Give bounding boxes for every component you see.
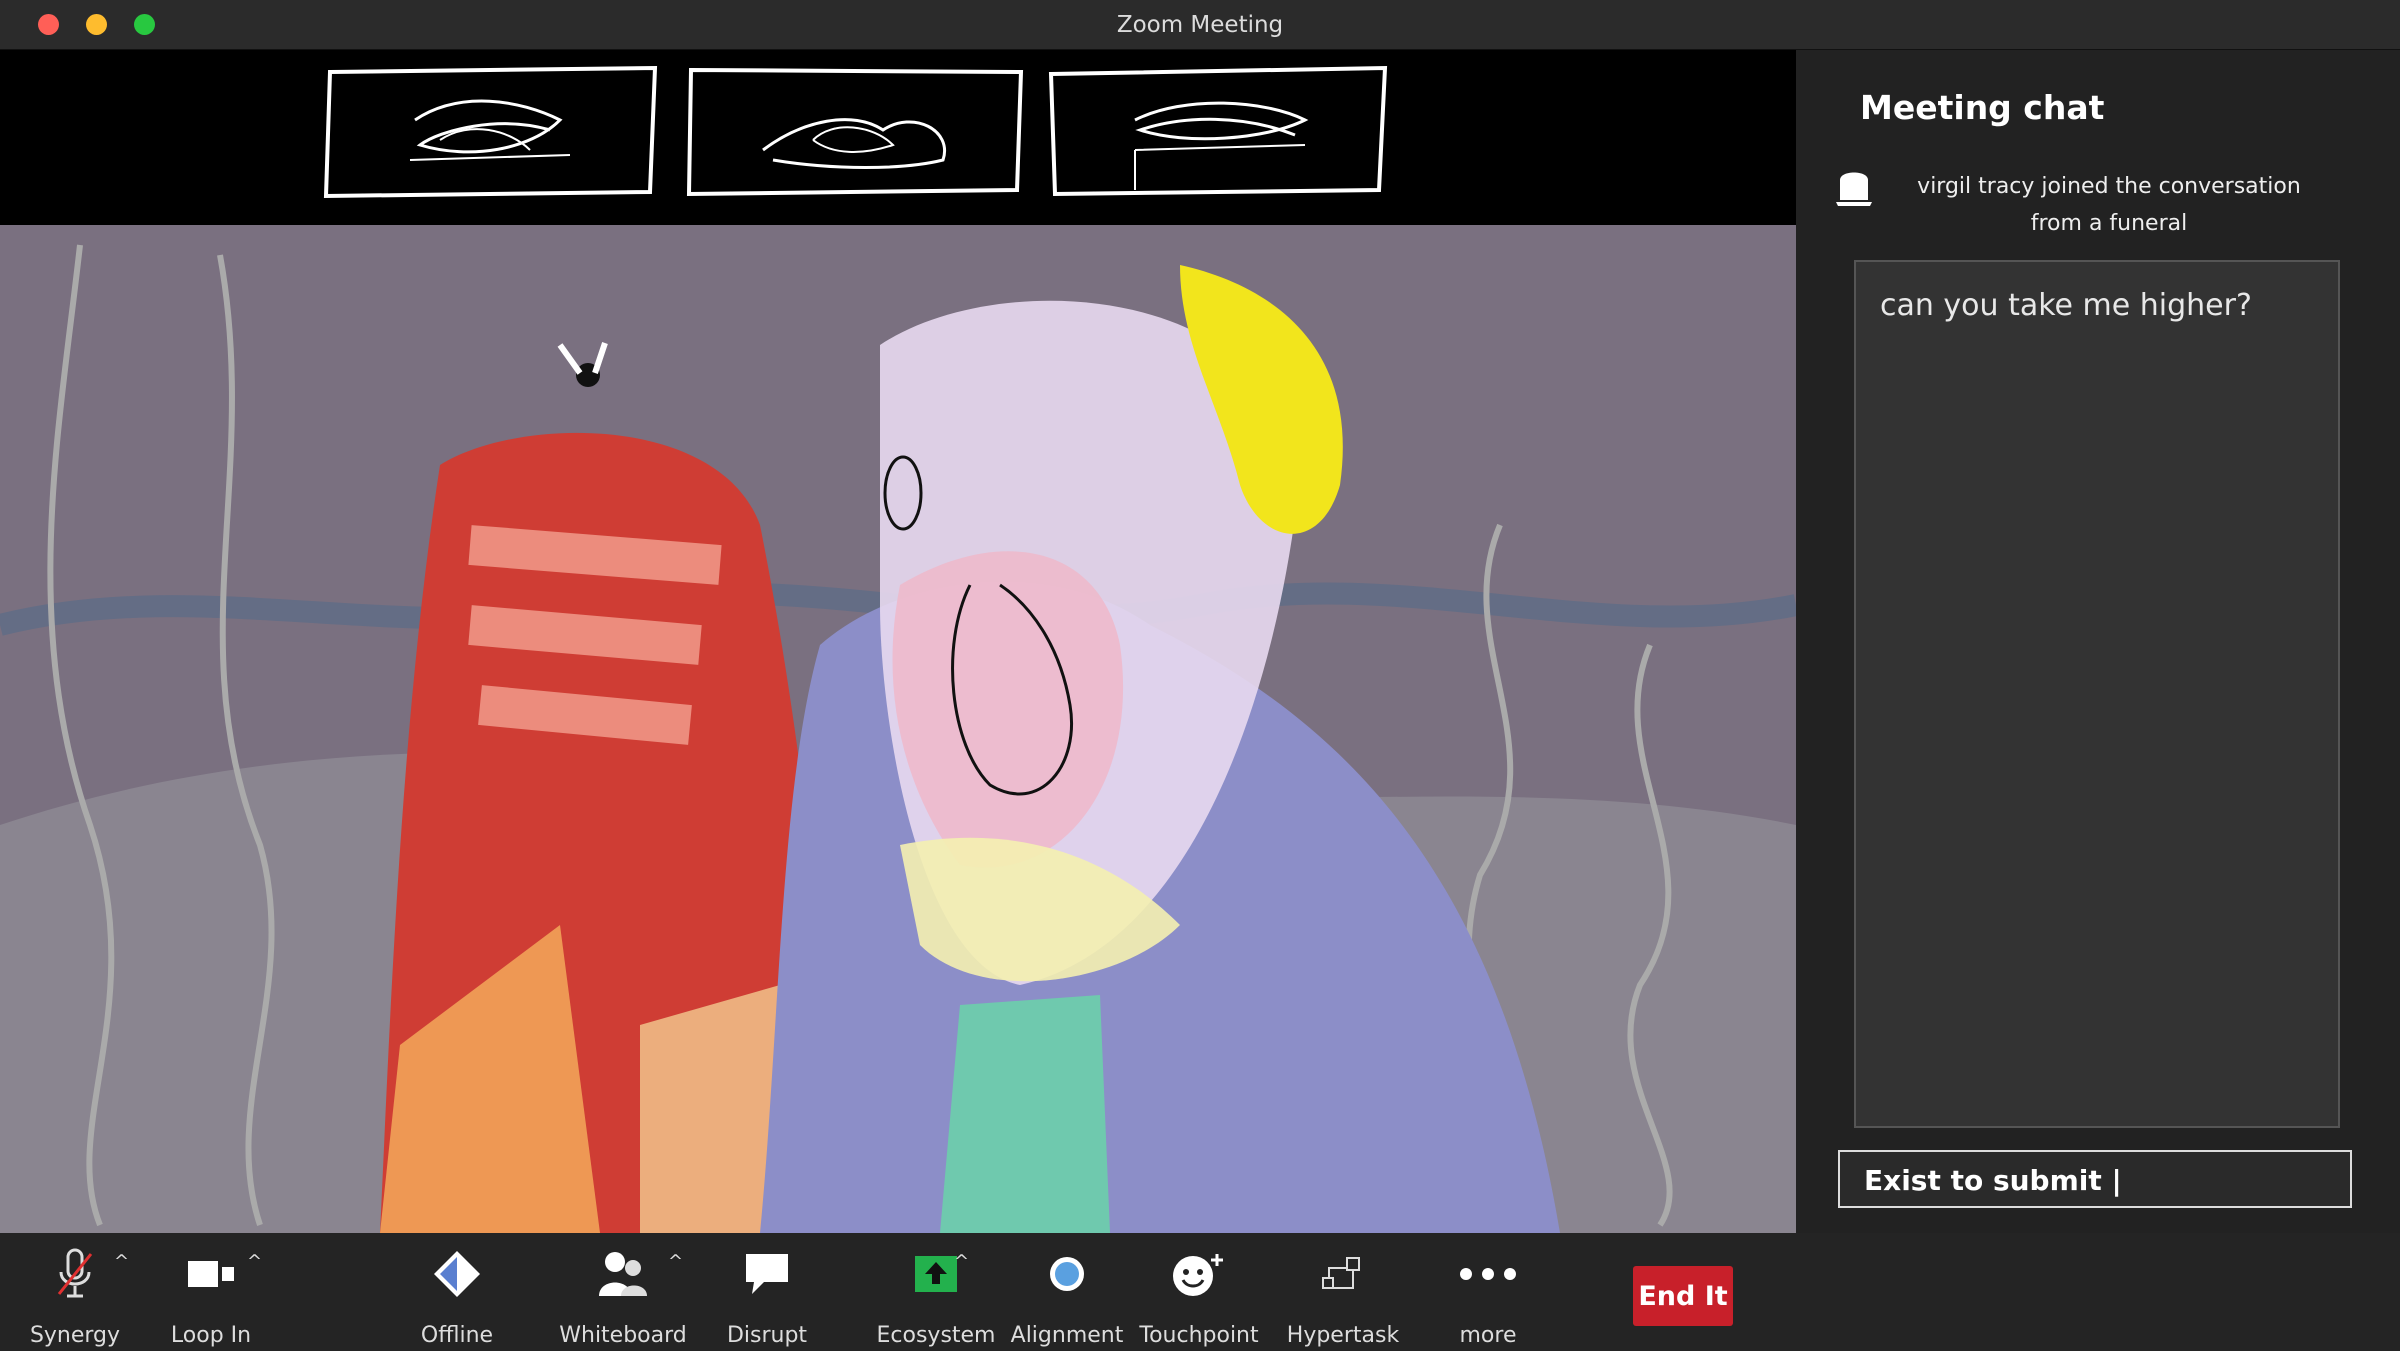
video-camera-icon xyxy=(136,1245,286,1303)
toolbar-label: more xyxy=(1459,1323,1517,1348)
loop-in-button[interactable]: Loop In xyxy=(136,1245,286,1348)
ecosystem-button[interactable]: Ecosystem xyxy=(861,1245,1011,1348)
participant-thumbnail[interactable] xyxy=(683,60,1028,200)
toolbar-label: Ecosystem xyxy=(876,1323,996,1348)
toolbar-label: Touchpoint xyxy=(1139,1323,1259,1348)
breakout-icon xyxy=(1268,1245,1418,1303)
toolbar-label: Loop In xyxy=(170,1323,252,1348)
toolbar-label: Alignment xyxy=(1010,1323,1124,1348)
alignment-button[interactable]: Alignment xyxy=(992,1245,1142,1348)
join-notification-line: from a funeral xyxy=(2030,211,2188,236)
toolbar-label: Hypertask xyxy=(1286,1323,1400,1348)
chevron-up-icon[interactable]: ^ xyxy=(668,1251,683,1272)
speech-bubble-icon xyxy=(692,1245,842,1303)
join-notification-line: virgil tracy joined the conversation xyxy=(1917,174,2301,199)
share-screen-icon xyxy=(861,1245,1011,1303)
join-notification: virgil tracy joined the conversation fro… xyxy=(1894,168,2324,242)
participant-thumbnail[interactable] xyxy=(320,60,665,200)
participant-thumbnail[interactable] xyxy=(1045,60,1390,200)
more-button[interactable]: more xyxy=(1413,1245,1563,1348)
video-area xyxy=(0,50,1796,1233)
end-meeting-button[interactable]: End It xyxy=(1633,1266,1733,1326)
chat-title: Meeting chat xyxy=(1860,88,2105,127)
toolbar-label: Synergy xyxy=(29,1323,121,1348)
title-bar: Zoom Meeting xyxy=(0,0,2400,50)
more-dots-icon xyxy=(1413,1245,1563,1303)
active-speaker-video xyxy=(0,225,1796,1233)
diamond-logo-icon xyxy=(382,1245,532,1303)
participant-thumbnail-strip xyxy=(0,50,1796,225)
chat-input[interactable]: Exist to submit | xyxy=(1838,1150,2352,1208)
message-list: can you take me higher? xyxy=(1854,260,2340,1128)
chevron-up-icon[interactable]: ^ xyxy=(114,1251,129,1272)
touchpoint-button[interactable]: Touchpoint xyxy=(1124,1245,1274,1348)
smiley-icon xyxy=(1124,1245,1274,1303)
disrupt-button[interactable]: Disrupt xyxy=(692,1245,842,1348)
user-avatar-icon xyxy=(1836,172,1872,206)
window-title: Zoom Meeting xyxy=(1116,12,1284,38)
meeting-toolbar: Synergy ^ Loop In ^ Offline Whiteboard ^… xyxy=(0,1233,2400,1351)
offline-button[interactable]: Offline xyxy=(382,1245,532,1348)
chevron-up-icon[interactable]: ^ xyxy=(954,1251,969,1272)
toolbar-label: Offline xyxy=(420,1323,494,1348)
chevron-up-icon[interactable]: ^ xyxy=(247,1251,262,1272)
toolbar-label: Disrupt xyxy=(726,1323,808,1348)
toolbar-label: Whiteboard xyxy=(559,1323,687,1348)
hypertask-button[interactable]: Hypertask xyxy=(1268,1245,1418,1348)
chat-panel: Meeting chat virgil tracy joined the con… xyxy=(1796,50,2400,1233)
chat-message: can you take me higher? xyxy=(1880,288,2252,323)
record-icon xyxy=(992,1245,1142,1303)
